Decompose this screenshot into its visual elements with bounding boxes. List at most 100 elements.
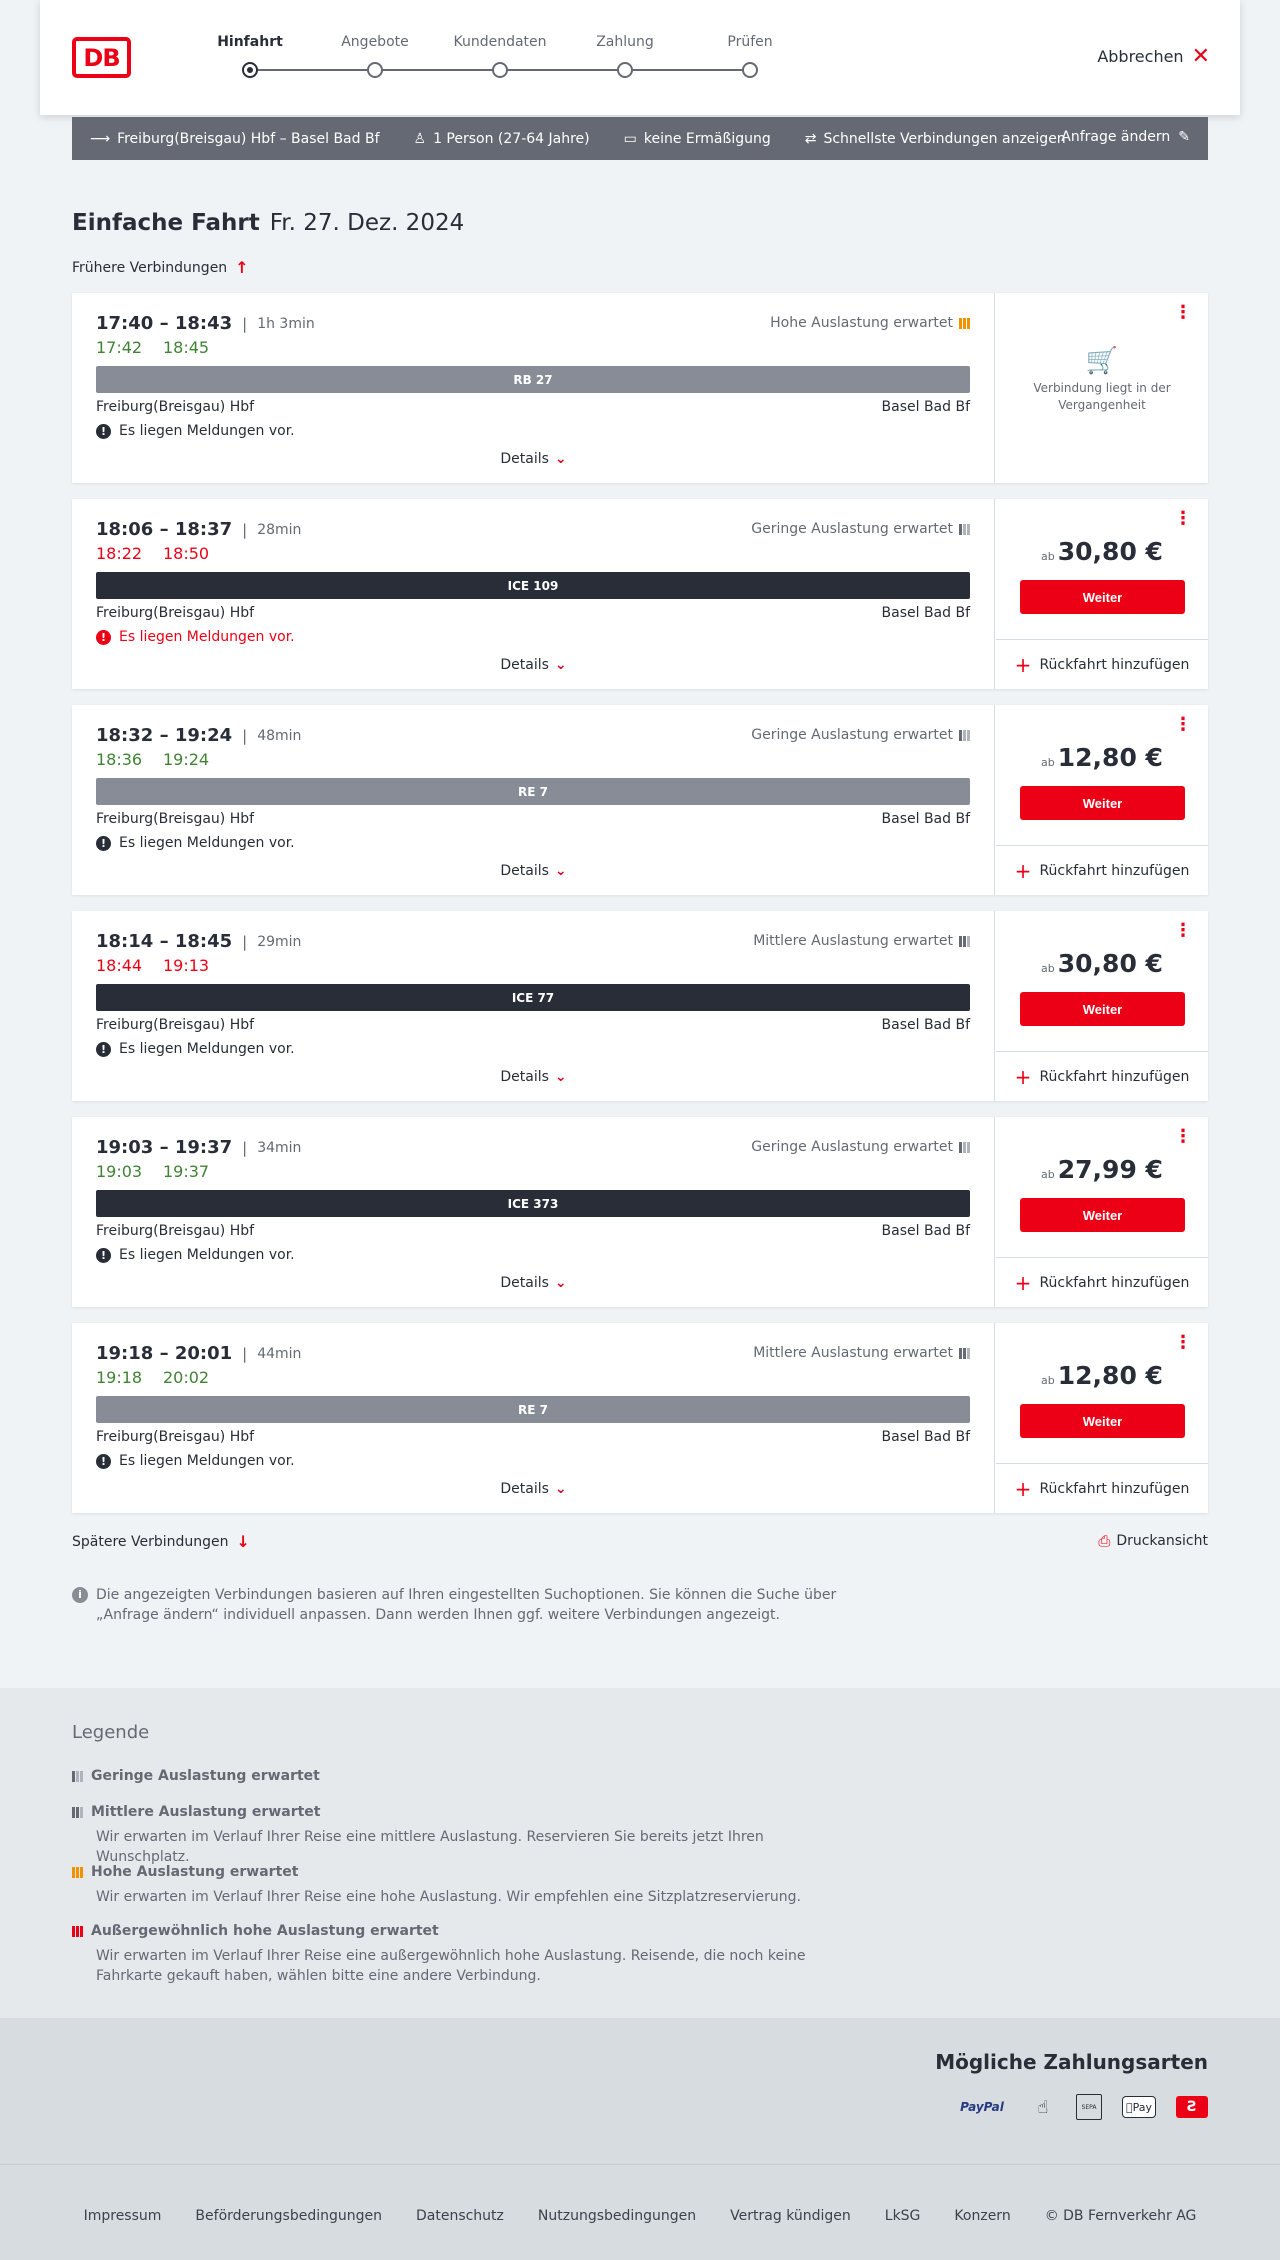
plus-icon: + [1014,1476,1032,1501]
train-segment-bar[interactable]: RE 7 [96,778,970,805]
edit-request-label: Anfrage ändern [1061,129,1171,145]
connection-card: 17:40 – 18:43 | 1h 3min 17:42 18:45 Hohe Ausl… [72,293,1208,483]
continue-button[interactable]: Weiter [1020,992,1185,1026]
duration: 44min [257,1345,302,1362]
details-label: Details [500,657,549,673]
occupancy-medium-icon [72,1806,83,1818]
train-segment-bar[interactable]: ICE 109 [96,572,970,599]
continue-button[interactable]: Weiter [1020,580,1185,614]
departure-station: Freiburg(Breisgau) Hbf [96,811,255,827]
notice-text: Es liegen Meldungen vor. [119,1041,295,1057]
chevron-down-icon: ⌄ [554,1275,567,1291]
earlier-connections-link[interactable]: Frühere Verbindungen ↑ [72,258,249,277]
duration: 29min [257,933,302,950]
edit-request-button[interactable]: Anfrage ändern ✎ [1061,129,1190,145]
notice-message: ! Es liegen Meldungen vor. [96,1041,295,1057]
add-return-trip-button[interactable]: + Rückfahrt hinzufügen [996,1463,1208,1513]
chevron-down-icon: ⌄ [554,863,567,879]
details-toggle[interactable]: Details ⌄ [72,451,995,467]
occupancy-extreme-icon [72,1925,83,1937]
arrow-down-icon: ↓ [236,1532,250,1551]
legend-label: Hohe Auslastung erwartet [91,1864,299,1880]
connection-card: 18:32 – 19:24 | 48min 18:36 19:24 Geringe Aus… [72,705,1208,895]
footer-links: Impressum Beförderungsbedingungen Datens… [0,2208,1280,2224]
details-toggle[interactable]: Details ⌄ [72,1275,995,1291]
occupancy-text: Mittlere Auslastung erwartet [753,933,953,949]
add-return-trip-button[interactable]: + Rückfahrt hinzufügen [996,845,1208,895]
separator: | [242,1138,248,1157]
later-connections-link[interactable]: Spätere Verbindungen ↓ [72,1532,250,1551]
departure-station: Freiburg(Breisgau) Hbf [96,1017,255,1033]
alert-icon: ! [96,1041,111,1057]
offer-panel: ⋮ ab 27,99 € Weiter + Rückfahrt hinzufügen [996,1117,1208,1307]
realtime-times: 18:22 18:50 [96,544,230,563]
legend-item-medium: Mittlere Auslastung erwartet Wir erwarte… [72,1804,832,1867]
duration: 34min [257,1139,302,1156]
train-segment-bar[interactable]: RB 27 [96,366,970,393]
details-toggle[interactable]: Details ⌄ [72,863,995,879]
realtime-departure: 19:03 [96,1162,143,1181]
time-range: 17:40 – 18:43 [96,313,233,334]
details-toggle[interactable]: Details ⌄ [72,1069,995,1085]
db-logo[interactable]: DB [72,37,131,78]
footer-link-datenschutz[interactable]: Datenschutz [416,2208,504,2224]
persons-text: 1 Person (27-64 Jahre) [433,130,590,147]
connection-info: 19:03 – 19:37 | 34min 19:03 19:37 Geringe Aus… [72,1117,995,1307]
footer-copyright: © DB Fernverkehr AG [1044,2208,1197,2224]
footer-link-konzern[interactable]: Konzern [954,2208,1010,2224]
add-return-trip-button[interactable]: + Rückfahrt hinzufügen [996,1257,1208,1307]
footer: Impressum Beförderungsbedingungen Datens… [0,2164,1280,2260]
kebab-icon[interactable]: ⋮ [1174,716,1192,734]
connection-info: 18:06 – 18:37 | 28min 18:22 18:50 Geringe Aus… [72,499,995,689]
kebab-icon[interactable]: ⋮ [1174,922,1192,940]
scheduled-times: 18:06 – 18:37 | 28min [96,519,301,540]
realtime-departure: 18:36 [96,750,143,769]
legend-label: Mittlere Auslastung erwartet [91,1804,321,1820]
offer-panel: ⋮ ab 30,80 € Weiter + Rückfahrt hinzufügen [996,499,1208,689]
notice-message: ! Es liegen Meldungen vor. [96,629,295,645]
plus-icon: + [1014,1064,1032,1089]
cart-icon: 🛒 [1085,346,1119,376]
notice-text: Es liegen Meldungen vor. [119,1247,295,1263]
route-text: Freiburg(Breisgau) Hbf – Basel Bad Bf [117,130,380,147]
footer-link-vertrag-kuendigen[interactable]: Vertrag kündigen [730,2208,851,2224]
departure-station: Freiburg(Breisgau) Hbf [96,605,255,621]
person-icon: ♙ [413,130,427,147]
arrival-station: Basel Bad Bf [881,811,970,827]
notice-text: Es liegen Meldungen vor. [119,1453,295,1469]
time-range: 18:32 – 19:24 [96,725,233,746]
settings-icon: ⇄ [804,130,817,147]
price: ab 12,80 € [996,743,1208,772]
footer-link-nutzungsbedingungen[interactable]: Nutzungsbedingungen [538,2208,696,2224]
chevron-down-icon: ⌄ [554,1069,567,1085]
step-label: Zahlung [596,34,654,50]
kebab-icon[interactable]: ⋮ [1174,1334,1192,1352]
payment-title: Mögliche Zahlungsarten [935,2050,1208,2074]
arrival-station: Basel Bad Bf [881,1017,970,1033]
details-toggle[interactable]: Details ⌄ [72,657,995,673]
footer-link-lksg[interactable]: LkSG [885,2208,921,2224]
kebab-icon[interactable]: ⋮ [1174,510,1192,528]
footer-link-befoerderungsbedingungen[interactable]: Beförderungsbedingungen [195,2208,382,2224]
offer-panel: ⋮ ab 12,80 € Weiter + Rückfahrt hinzufügen [996,705,1208,895]
plus-icon: + [1014,652,1032,677]
sepa-icon: SEPA [1076,2094,1102,2120]
details-toggle[interactable]: Details ⌄ [72,1481,995,1497]
train-segment-bar[interactable]: ICE 77 [96,984,970,1011]
continue-button[interactable]: Weiter [1020,1404,1185,1438]
train-segment-bar[interactable]: ICE 373 [96,1190,970,1217]
connection-info: 19:18 – 20:01 | 44min 19:18 20:02 Mittlere Au… [72,1323,995,1513]
continue-button[interactable]: Weiter [1020,786,1185,820]
cancel-button[interactable]: Abbrechen ✕ [1097,45,1210,67]
persons-summary: ♙ 1 Person (27-64 Jahre) [414,131,590,147]
add-return-trip-button[interactable]: + Rückfahrt hinzufügen [996,639,1208,689]
occupancy-low-icon [959,1141,970,1153]
kebab-icon[interactable]: ⋮ [1174,304,1192,322]
kebab-icon[interactable]: ⋮ [1174,1128,1192,1146]
print-view-link[interactable]: ⎙ Druckansicht [1098,1532,1208,1550]
train-segment-bar[interactable]: RE 7 [96,1396,970,1423]
footer-link-impressum[interactable]: Impressum [84,2208,162,2224]
connection-card: 19:03 – 19:37 | 34min 19:03 19:37 Geringe Aus… [72,1117,1208,1307]
add-return-trip-button[interactable]: + Rückfahrt hinzufügen [996,1051,1208,1101]
continue-button[interactable]: Weiter [1020,1198,1185,1232]
